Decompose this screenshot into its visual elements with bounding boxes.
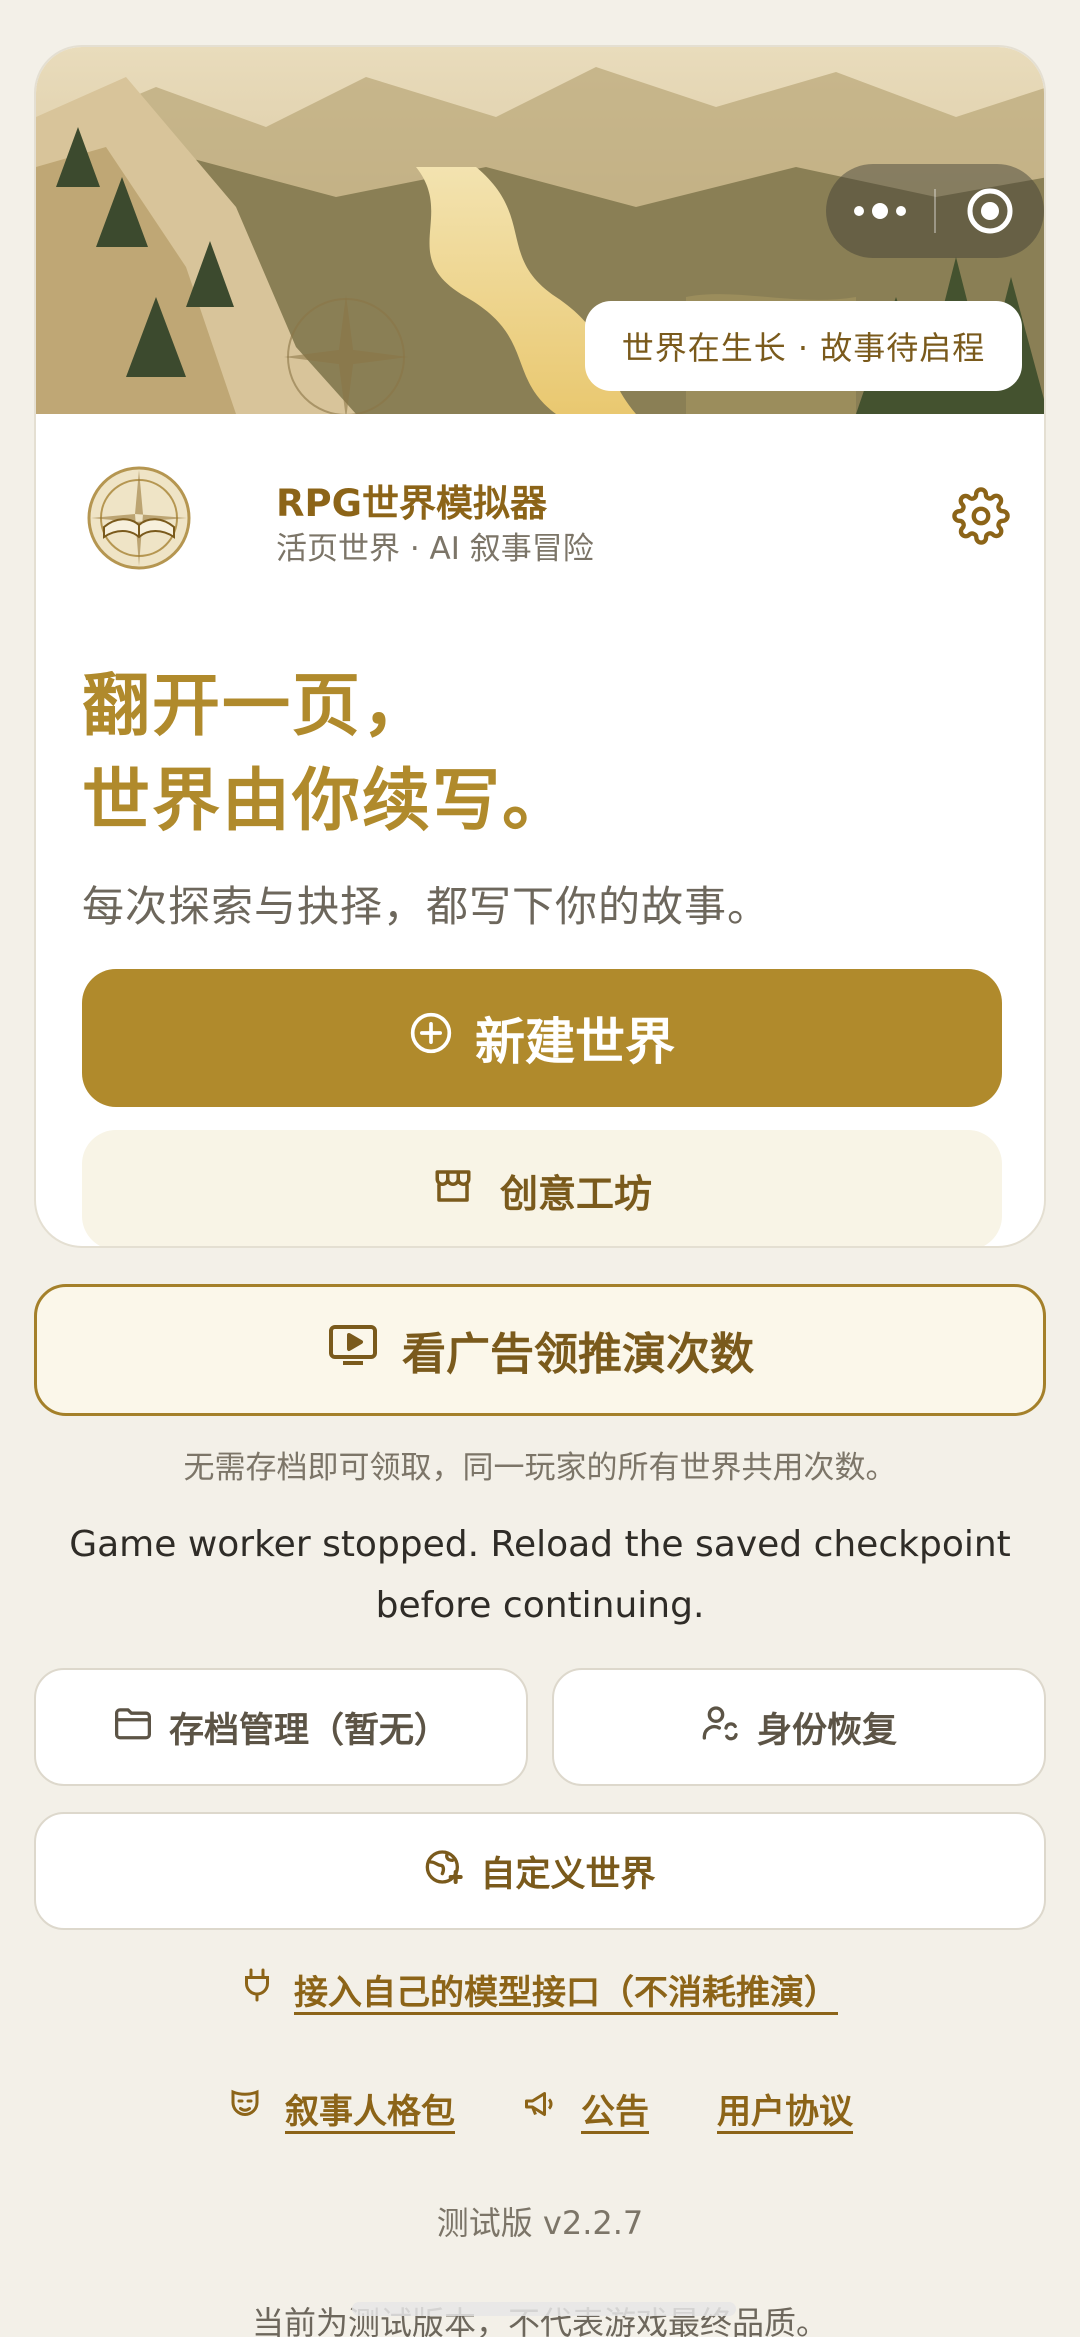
custom-world-label: 自定义世界 (480, 1854, 656, 1895)
save-manage-label: 存档管理（暂无） (168, 1710, 449, 1751)
store-icon (432, 1165, 474, 1216)
watch-ad-label: 看广告领推演次数 (402, 1329, 754, 1380)
watch-ad-button[interactable]: 看广告领推演次数 (34, 1284, 1046, 1416)
custom-world-button[interactable]: 自定义世界 (34, 1812, 1046, 1930)
footer-links: 叙事人格包 公告 用户协议 (0, 2084, 1080, 2133)
plus-circle-icon (409, 1009, 453, 1067)
folder-icon (113, 1705, 153, 1750)
ad-note-text: 无需存档即可领取，同一玩家的所有世界共用次数。 (183, 1450, 897, 1486)
play-screen-icon (326, 1321, 380, 1380)
persona-pack-group: 叙事人格包 (227, 2084, 455, 2133)
headline-line-1: 翻开一页， (82, 667, 433, 746)
new-world-button[interactable]: 新建世界 (82, 969, 1002, 1107)
target-circle-icon[interactable] (936, 187, 1044, 235)
user-sync-icon (701, 1703, 741, 1752)
own-api-link-row: 接入自己的模型接口（不消耗推演） (0, 1965, 1080, 2014)
error-message: Game worker stopped. Reload the saved ch… (69, 1524, 1011, 1626)
home-indicator[interactable] (352, 2302, 736, 2316)
announcement-group: 公告 (521, 2084, 649, 2133)
headline-line-2: 世界由你续写。 (82, 762, 573, 841)
persona-pack-link[interactable]: 叙事人格包 (285, 2084, 455, 2133)
mask-icon (227, 2086, 263, 2131)
hero-headline: 翻开一页， 世界由你续写。 (82, 659, 572, 849)
plug-icon (242, 1967, 272, 2012)
app-subtitle: 活页世界 · AI 叙事冒险 (276, 531, 594, 567)
gear-icon[interactable] (952, 487, 1010, 545)
own-api-link[interactable]: 接入自己的模型接口（不消耗推演） (294, 1965, 838, 2014)
hero-subline: 每次探索与抉择，都写下你的故事。 (82, 882, 771, 931)
announcement-link[interactable]: 公告 (581, 2084, 649, 2133)
globe-plus-icon (424, 1847, 464, 1896)
workshop-button[interactable]: 创意工坊 (82, 1130, 1002, 1246)
workshop-label: 创意工坊 (499, 1171, 652, 1216)
hero-tagline-badge: 世界在生长 · 故事待启程 (585, 301, 1022, 391)
new-world-label: 新建世界 (475, 1013, 675, 1071)
hero-card: 世界在生长 · 故事待启程 RPG世界模拟器 活页世界 · AI 叙事冒险 翻开… (34, 45, 1046, 1248)
app-logo (86, 465, 192, 571)
user-agreement-link[interactable]: 用户协议 (717, 2084, 853, 2133)
identity-restore-button[interactable]: 身份恢复 (552, 1668, 1046, 1786)
more-dots-icon[interactable] (826, 203, 934, 219)
identity-restore-label: 身份恢复 (756, 1710, 897, 1751)
mini-program-capsule (826, 164, 1044, 258)
megaphone-icon (521, 2086, 559, 2131)
version-label: 测试版 v2.2.7 (436, 2204, 644, 2242)
brand-header: RPG世界模拟器 活页世界 · AI 叙事冒险 (86, 465, 1016, 575)
app-title: RPG世界模拟器 (276, 482, 547, 525)
save-manage-button[interactable]: 存档管理（暂无） (34, 1668, 528, 1786)
